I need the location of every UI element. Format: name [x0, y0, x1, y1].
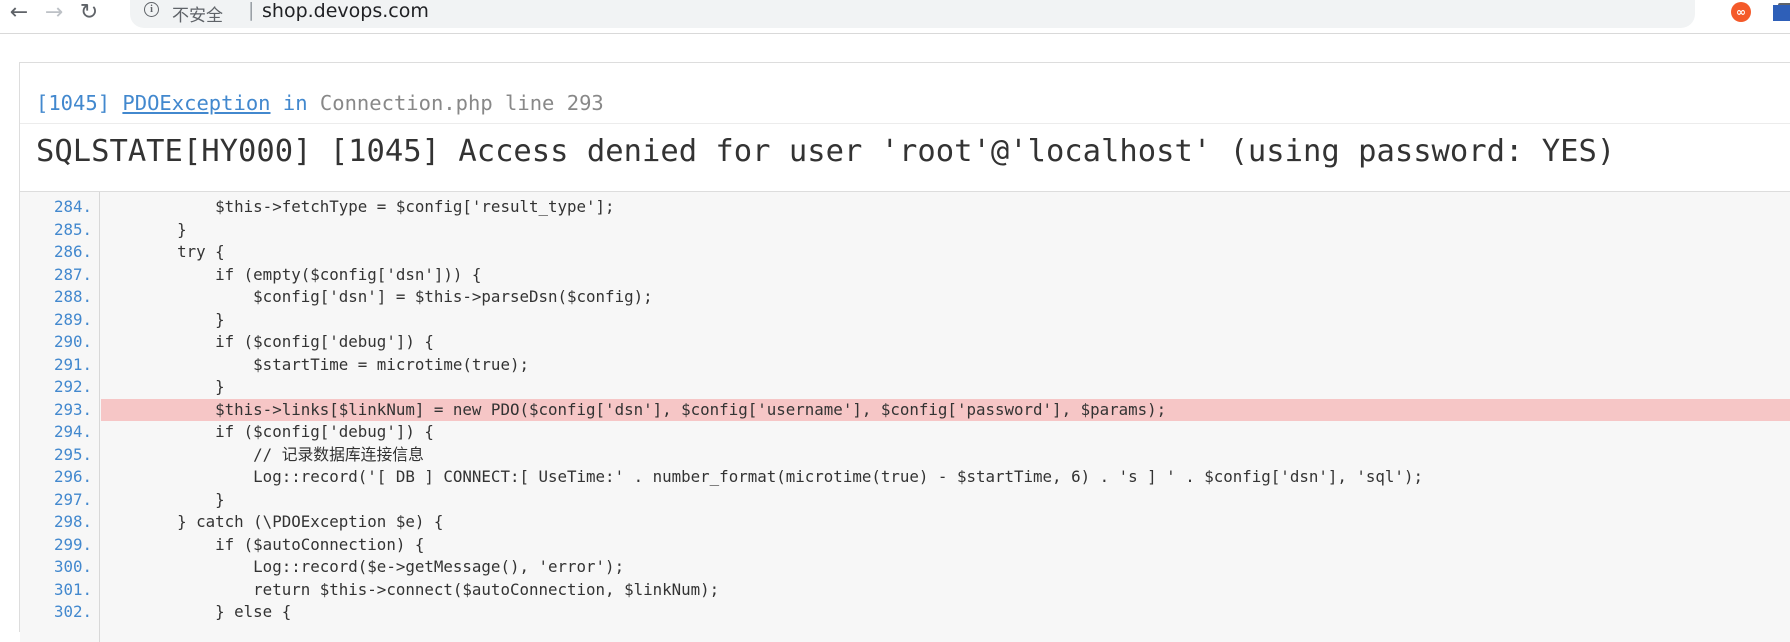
code-line: 285. }: [20, 219, 1790, 242]
code-line: 293. $this->links[$linkNum] = new PDO($c…: [20, 398, 1790, 421]
code-text: $this->links[$linkNum] = new PDO($config…: [101, 398, 1790, 421]
code-text: // 记录数据库连接信息: [101, 444, 424, 464]
line-number: 292.: [53, 377, 92, 396]
reload-icon[interactable]: ↻: [77, 0, 101, 30]
code-line: 291. $startTime = microtime(true);: [20, 354, 1790, 377]
code-text: }: [101, 489, 225, 509]
line-number: 290.: [53, 332, 92, 351]
exception-location: Connection.php line 293: [319, 91, 604, 115]
line-number: 301.: [53, 579, 92, 599]
code-text: Log::record($e->getMessage(), 'error');: [101, 557, 625, 576]
error-message: SQLSTATE[HY000] [1045] Access denied for…: [36, 134, 1616, 169]
line-number: 287.: [53, 264, 92, 284]
line-number: 293.: [53, 399, 92, 419]
extension-icon[interactable]: ∞: [1731, 2, 1751, 22]
code-line: 290. if ($config['debug']) {: [20, 331, 1790, 354]
line-number: 298.: [53, 512, 92, 531]
exception-panel: [1045] PDOException in Connection.php li…: [19, 62, 1790, 642]
code-text: if ($config['debug']) {: [101, 422, 434, 441]
code-line: 292. }: [20, 376, 1790, 399]
error-code: [1045]: [36, 91, 111, 115]
code-text: } catch (\PDOException $e) {: [101, 512, 444, 531]
line-number: 286.: [53, 242, 92, 261]
code-line: 284. $this->fetchType = $config['result_…: [20, 196, 1790, 219]
code-text: if ($config['debug']) {: [101, 332, 434, 351]
url-text[interactable]: shop.devops.com: [262, 0, 429, 22]
code-text: Log::record('[ DB ] CONNECT:[ UseTime:' …: [101, 467, 1423, 486]
code-text: if (empty($config['dsn'])) {: [101, 264, 482, 284]
exception-info: [1045] PDOException in Connection.php li…: [36, 91, 604, 115]
code-line: 286. try {: [20, 241, 1790, 264]
line-number: 285.: [53, 219, 92, 239]
source-code-view: 284. $this->fetchType = $config['result_…: [20, 192, 1790, 642]
forward-icon[interactable]: →: [42, 0, 66, 30]
line-number: 302.: [53, 602, 92, 621]
line-number: 296.: [53, 467, 92, 486]
code-line: 287. if (empty($config['dsn'])) {: [20, 264, 1790, 287]
in-keyword: in: [282, 91, 308, 115]
code-line: 301. return $this->connect($autoConnecti…: [20, 579, 1790, 602]
line-number: 299.: [53, 534, 92, 554]
browser-toolbar: ← → ↻ i 不安全 | shop.devops.com G ☆ ∞: [0, 0, 1790, 34]
line-number: 297.: [53, 489, 92, 509]
code-text: }: [101, 219, 187, 239]
back-icon[interactable]: ←: [7, 0, 31, 30]
code-text: return $this->connect($autoConnection, $…: [101, 579, 720, 599]
code-line: 294. if ($config['debug']) {: [20, 421, 1790, 444]
code-text: }: [101, 377, 225, 396]
line-number: 295.: [53, 444, 92, 464]
code-line: 299. if ($autoConnection) {: [20, 534, 1790, 557]
code-line: 295. // 记录数据库连接信息: [20, 444, 1790, 467]
address-separator: |: [248, 0, 255, 21]
code-text: $startTime = microtime(true);: [101, 354, 529, 374]
divider: [20, 123, 1790, 124]
code-text: $this->fetchType = $config['result_type'…: [101, 197, 615, 216]
line-number: 294.: [53, 422, 92, 441]
code-text: try {: [101, 242, 225, 261]
extension-icon-2[interactable]: [1773, 5, 1790, 21]
code-line: 289. }: [20, 309, 1790, 332]
exception-link[interactable]: PDOException: [122, 91, 270, 115]
code-text: $config['dsn'] = $this->parseDsn($config…: [101, 287, 653, 306]
code-line: 300. Log::record($e->getMessage(), 'erro…: [20, 556, 1790, 579]
code-text: if ($autoConnection) {: [101, 534, 425, 554]
code-line: 298. } catch (\PDOException $e) {: [20, 511, 1790, 534]
code-line: 288. $config['dsn'] = $this->parseDsn($c…: [20, 286, 1790, 309]
line-number: 291.: [53, 354, 92, 374]
code-line: 296. Log::record('[ DB ] CONNECT:[ UseTi…: [20, 466, 1790, 489]
address-bar[interactable]: i 不安全 | shop.devops.com G ☆: [130, 0, 1790, 28]
code-text: }: [101, 309, 225, 329]
line-number: 289.: [53, 309, 92, 329]
code-line: 297. }: [20, 489, 1790, 512]
line-number: 284.: [53, 197, 92, 216]
security-status[interactable]: 不安全: [172, 1, 223, 26]
line-number: 300.: [53, 557, 92, 576]
code-line: 302. } else {: [20, 601, 1790, 624]
line-number: 288.: [53, 287, 92, 306]
code-text: } else {: [101, 602, 292, 621]
info-icon[interactable]: i: [144, 2, 159, 17]
